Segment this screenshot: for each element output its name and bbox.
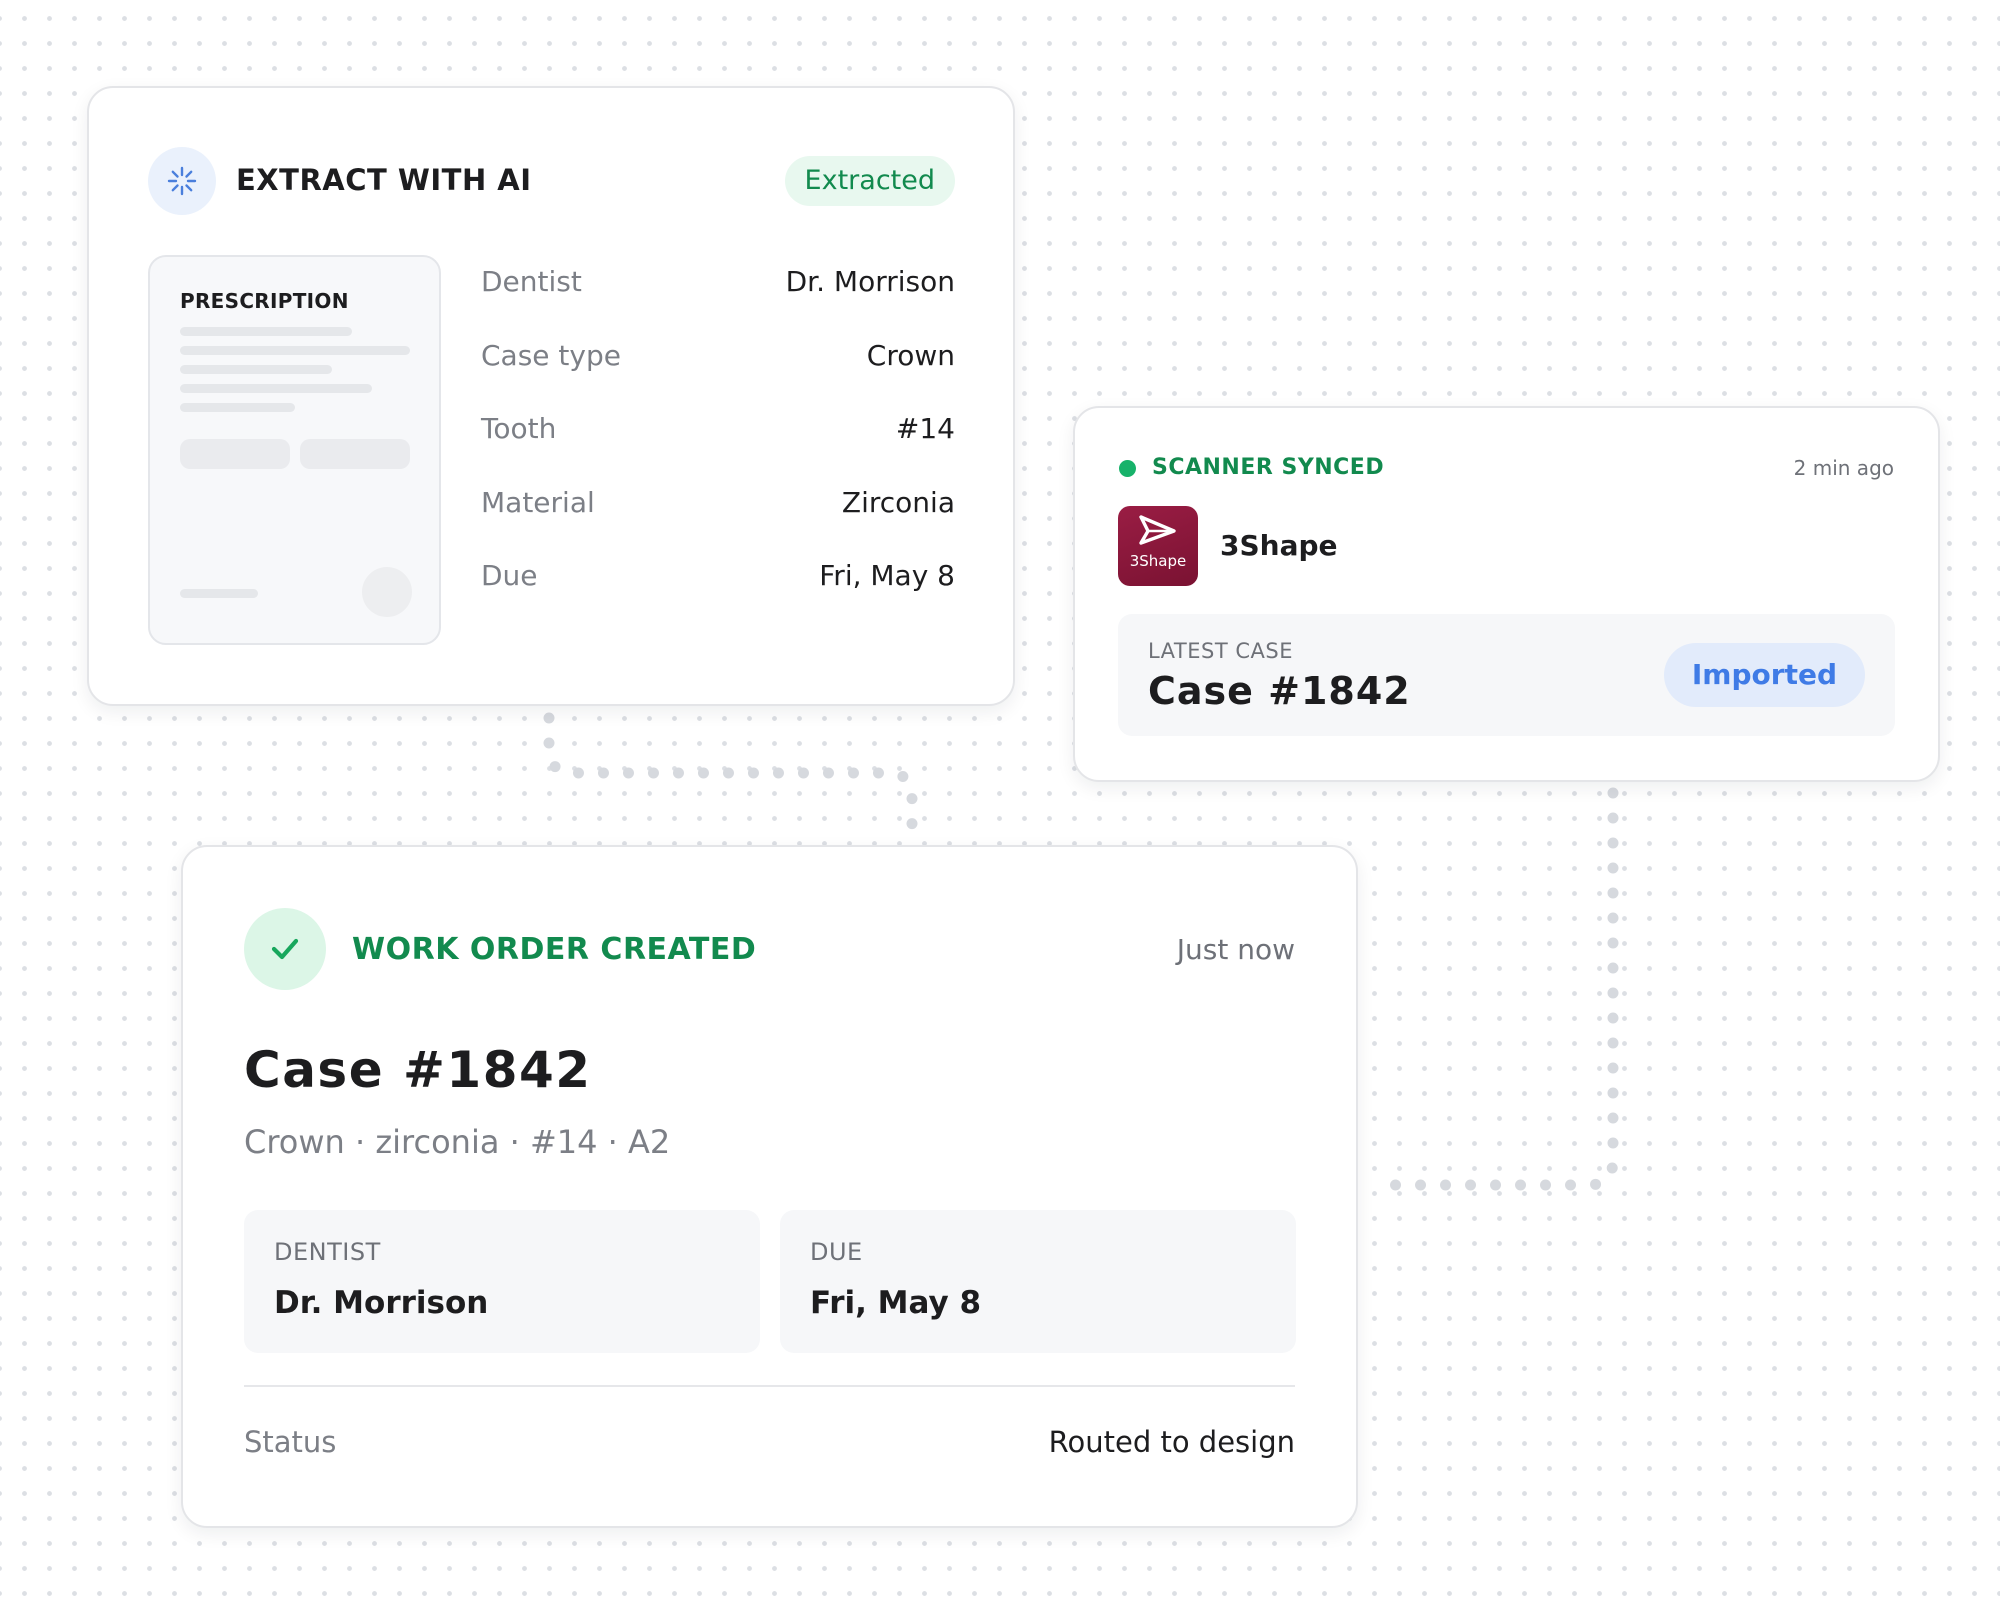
status-value: Routed to design [1048, 1425, 1295, 1459]
field-row-tooth: Tooth #14 [481, 409, 955, 449]
connector-extract-to-workorder [543, 712, 918, 838]
divider [244, 1385, 1295, 1387]
document-text-line [180, 327, 352, 336]
scanner-card: SCANNER SYNCED 2 min ago 3Shape 3Shape L… [1073, 406, 1940, 782]
document-signature-line [180, 589, 258, 598]
3shape-app-icon: 3Shape [1118, 506, 1198, 586]
extract-title: EXTRACT WITH AI [236, 163, 532, 197]
field-value: Crown [866, 339, 955, 372]
latest-case-number: Case #1842 [1148, 669, 1411, 713]
field-row-case-type: Case type Crown [481, 336, 955, 376]
field-label: Material [481, 486, 595, 519]
field-row-due: Due Fri, May 8 [481, 556, 955, 596]
scanner-sync-time: 2 min ago [1793, 456, 1894, 480]
extracted-status-badge: Extracted [784, 156, 955, 206]
dentist-info-box: DENTIST Dr. Morrison [244, 1210, 760, 1353]
connector-scanner-to-workorder [1378, 787, 1619, 1191]
latest-case-panel[interactable]: LATEST CASE Case #1842 Imported [1118, 614, 1895, 736]
document-field-placeholder [300, 439, 410, 469]
extract-card: EXTRACT WITH AI Extracted PRESCRIPTION D… [87, 86, 1015, 706]
due-label: DUE [810, 1238, 863, 1266]
field-label: Dentist [481, 265, 582, 298]
dentist-label: DENTIST [274, 1238, 381, 1266]
field-row-dentist: Dentist Dr. Morrison [481, 262, 955, 302]
document-text-line [180, 384, 372, 393]
imported-status-badge: Imported [1663, 643, 1865, 707]
check-icon [244, 908, 326, 990]
document-field-placeholder [180, 439, 290, 469]
field-value: Dr. Morrison [785, 265, 955, 298]
app-icon-label: 3Shape [1129, 552, 1187, 570]
field-label: Case type [481, 339, 621, 372]
work-order-card: WORK ORDER CREATED Just now Case #1842 C… [181, 845, 1358, 1528]
document-text-line [180, 346, 410, 355]
dentist-value: Dr. Morrison [274, 1285, 489, 1321]
field-value: #14 [895, 412, 955, 445]
scanner-app-name: 3Shape [1220, 529, 1338, 562]
work-order-summary: Crown · zirconia · #14 · A2 [244, 1123, 671, 1161]
due-value: Fri, May 8 [810, 1285, 982, 1321]
document-text-line [180, 403, 295, 412]
scanner-status: SCANNER SYNCED [1152, 455, 1385, 480]
sparkle-loader-icon [148, 147, 216, 215]
field-value: Zirconia [841, 486, 955, 519]
latest-case-label: LATEST CASE [1148, 639, 1293, 663]
field-row-material: Material Zirconia [481, 483, 955, 523]
work-order-case-number: Case #1842 [244, 1041, 592, 1099]
prescription-document-thumbnail[interactable]: PRESCRIPTION [148, 255, 441, 645]
document-stamp [362, 567, 412, 617]
play-triangle-icon [1139, 515, 1176, 545]
field-label: Due [481, 559, 538, 592]
field-label: Tooth [481, 412, 557, 445]
prescription-title: PRESCRIPTION [180, 289, 349, 313]
due-info-box: DUE Fri, May 8 [780, 1210, 1296, 1353]
status-label: Status [244, 1425, 337, 1459]
work-order-title: WORK ORDER CREATED [352, 932, 757, 967]
sync-status-dot [1119, 460, 1136, 477]
work-order-time: Just now [1176, 933, 1295, 966]
document-text-line [180, 365, 332, 374]
field-value: Fri, May 8 [819, 559, 955, 592]
